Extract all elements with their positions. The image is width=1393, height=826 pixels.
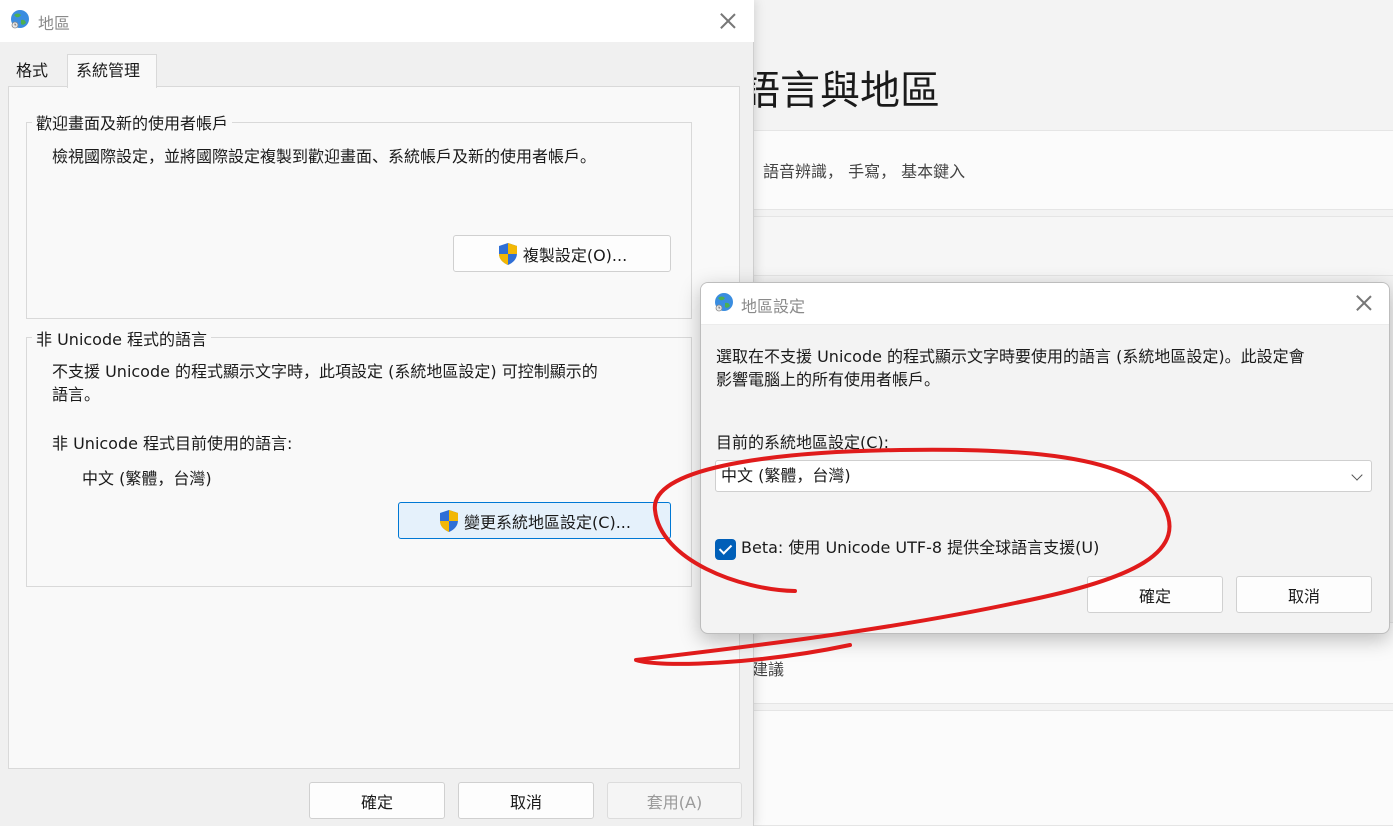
change-system-locale-button[interactable]: 變更系統地區設定(C)...: [398, 502, 671, 539]
globe-icon: [11, 10, 29, 29]
locale-description-line2: 影響電腦上的所有使用者帳戶。: [716, 370, 941, 389]
system-locale-value: 中文 (繁體，台灣): [721, 466, 851, 485]
settings-card: [745, 622, 1393, 704]
copy-settings-button[interactable]: 複製設定(O)...: [453, 235, 671, 272]
close-icon[interactable]: [1352, 291, 1376, 315]
tab-formats[interactable]: 格式: [8, 57, 68, 86]
settings-suggestion-label: 建議: [752, 660, 785, 679]
chevron-down-icon: [1351, 469, 1363, 481]
uac-shield-icon: [498, 242, 517, 265]
cancel-button[interactable]: 取消: [458, 782, 594, 819]
settings-card: [745, 216, 1393, 276]
system-locale-dropdown[interactable]: 中文 (繁體，台灣): [715, 460, 1372, 492]
dialog-titlebar: 地區: [0, 0, 754, 42]
change-system-locale-label: 變更系統地區設定(C)...: [464, 512, 631, 532]
non-unicode-description-line1: 不支援 Unicode 的程式顯示文字時，此項設定 (系統地區設定) 可控制顯示…: [52, 362, 598, 381]
globe-icon: [715, 293, 733, 312]
non-unicode-group-label: 非 Unicode 程式的語言: [32, 326, 212, 350]
ok-button[interactable]: 確定: [309, 782, 445, 819]
utf8-beta-checkbox[interactable]: [715, 539, 736, 560]
uac-shield-icon: [440, 509, 459, 532]
dialog-title: 地區設定: [741, 297, 806, 316]
cancel-button[interactable]: 取消: [1236, 576, 1372, 613]
non-unicode-description-line2: 語言。: [52, 385, 101, 404]
locale-description-line1: 選取在不支援 Unicode 的程式顯示文字時要使用的語言 (系統地區設定)。此…: [716, 347, 1305, 366]
region-dialog: 地區 格式 系統管理 歡迎畫面及新的使用者帳戶 檢視國際設定，並將國際設定複製到…: [0, 0, 754, 826]
ok-button[interactable]: 確定: [1087, 576, 1223, 613]
utf8-beta-label[interactable]: Beta: 使用 Unicode UTF-8 提供全球語言支援(U): [741, 536, 1099, 559]
current-language-label: 非 Unicode 程式目前使用的語言:: [52, 434, 293, 453]
settings-card: [745, 710, 1393, 826]
copy-settings-label: 複製設定(O)...: [522, 245, 628, 265]
welcome-description: 檢視國際設定，並將國際設定複製到歡迎畫面、系統帳戶及新的使用者帳戶。: [52, 147, 597, 166]
apply-button[interactable]: 套用(A): [607, 782, 742, 819]
tab-administrative[interactable]: 系統管理: [67, 54, 157, 88]
close-icon[interactable]: [716, 9, 740, 33]
settings-card-subtitle: 語音辨識， 手寫， 基本鍵入: [763, 162, 966, 181]
welcome-group-label: 歡迎畫面及新的使用者帳戶: [32, 110, 233, 134]
current-language-value: 中文 (繁體，台灣): [82, 469, 212, 488]
region-settings-dialog: 地區設定 選取在不支援 Unicode 的程式顯示文字時要使用的語言 (系統地區…: [700, 282, 1390, 634]
dialog-title: 地區: [38, 14, 71, 33]
current-locale-label: 目前的系統地區設定(C):: [716, 433, 890, 452]
settings-page-title: 語言與地區: [740, 68, 940, 114]
dialog-titlebar: 地區設定: [701, 283, 1389, 325]
